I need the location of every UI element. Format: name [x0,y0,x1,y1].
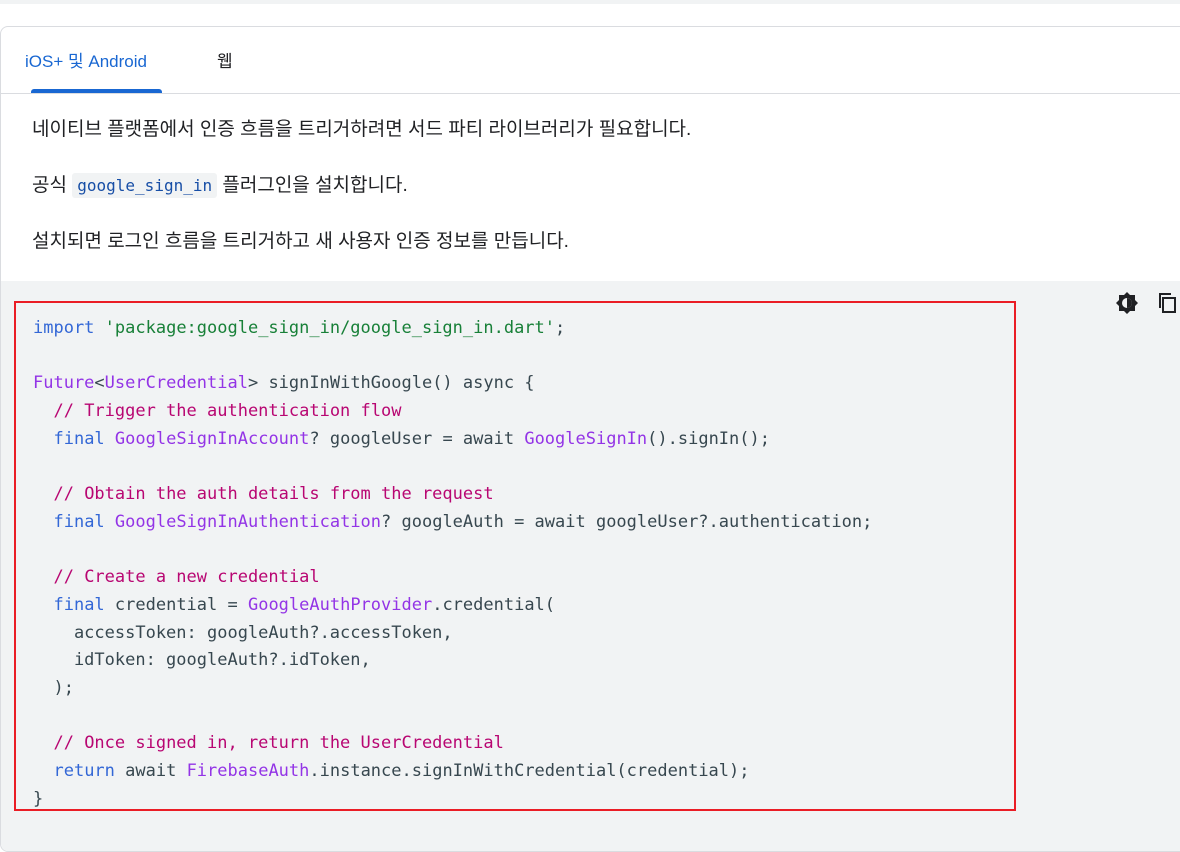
tab-web[interactable]: 웹 [217,51,233,73]
plugin-name-code: google_sign_in [72,173,218,198]
code-token: < [94,373,105,394]
install-paragraph: 공식 google_sign_in 플러그인을 설치합니다. [32,173,408,199]
code-token: .instance.signInWithCredential(credentia… [309,761,750,781]
code-token: ; [555,318,566,338]
code-line: import 'package:google_sign_in/google_si… [33,315,872,343]
tab-ios-android[interactable]: iOS+ 및 Android [25,51,147,73]
code-line: } [33,786,872,814]
code-token: final [53,511,105,532]
code-token: } [33,788,44,809]
code-token: import [33,318,95,338]
code-token: GoogleAuthProvider [247,594,433,615]
platform-tabs: iOS+ 및 Android 웹 [1,27,1180,94]
code-token: // Create a new credential [53,567,320,588]
code-token: ().signIn(); [647,428,770,449]
code-token: Future [33,373,95,394]
code-line: Future<UserCredential> signInWithGoogle(… [33,370,872,398]
code-line: final credential = GoogleAuthProvider.cr… [33,592,872,620]
code-token: ); [33,677,74,698]
code-token: // Once signed in, return the UserCreden… [53,733,504,754]
code-line: idToken: googleAuth?.idToken, [33,647,872,675]
code-line: ); [33,675,872,703]
code-token: 'package:google_sign_in/google_sign_in.d… [104,318,556,338]
code-token: GoogleSignIn [524,428,648,449]
code-line: // Obtain the auth details from the requ… [33,481,872,509]
code-block: import 'package:google_sign_in/google_si… [1,281,1180,851]
code-token: FirebaseAuth [186,761,310,781]
code-line: // Trigger the authentication flow [33,398,872,426]
code-token: ? googleAuth = await googleUser?.authent… [381,511,873,532]
code-token: // Trigger the authentication flow [53,401,402,422]
code-line: return await FirebaseAuth.instance.signI… [33,758,872,786]
code-token: idToken: googleAuth?.idToken, [33,650,371,671]
code-line: // Once signed in, return the UserCreden… [33,730,872,758]
code-token: accessToken: googleAuth?.accessToken, [33,622,453,643]
copy-icon[interactable] [1154,289,1180,317]
code-token: final [53,428,105,449]
dark-theme-toggle-icon[interactable] [1113,289,1141,317]
code-token: .credential( [432,594,556,615]
code-token: UserCredential [104,373,248,394]
code-token: await [114,761,187,781]
trigger-paragraph: 설치되면 로그인 흐름을 트리거하고 새 사용자 인증 정보를 만듭니다. [32,231,569,252]
intro-paragraph: 네이티브 플랫폼에서 인증 흐름을 트리거하려면 서드 파티 라이브러리가 필요… [32,119,692,140]
code-token: final [53,594,105,615]
code-line: final GoogleSignInAuthentication? google… [33,509,872,537]
install-suffix: 플러그인을 설치합니다. [217,175,408,196]
code-token: GoogleSignInAuthentication [114,511,382,532]
code-line: accessToken: googleAuth?.accessToken, [33,620,872,648]
code-line: // Create a new credential [33,564,872,592]
code-token: > signInWithGoogle() async { [247,373,535,394]
top-divider-strip [0,0,1180,4]
code-token: return [53,761,115,781]
code-listing: import 'package:google_sign_in/google_si… [33,315,872,813]
code-token: // Obtain the auth details from the requ… [53,484,494,505]
code-line: final GoogleSignInAccount? googleUser = … [33,426,872,454]
content-card: iOS+ 및 Android 웹 네이티브 플랫폼에서 인증 흐름을 트리거하려… [0,26,1180,852]
code-token: ? googleUser = await [309,428,525,449]
code-token: GoogleSignInAccount [114,428,310,449]
active-tab-indicator [31,89,162,93]
code-token: credential = [104,594,248,615]
install-prefix: 공식 [32,175,73,196]
